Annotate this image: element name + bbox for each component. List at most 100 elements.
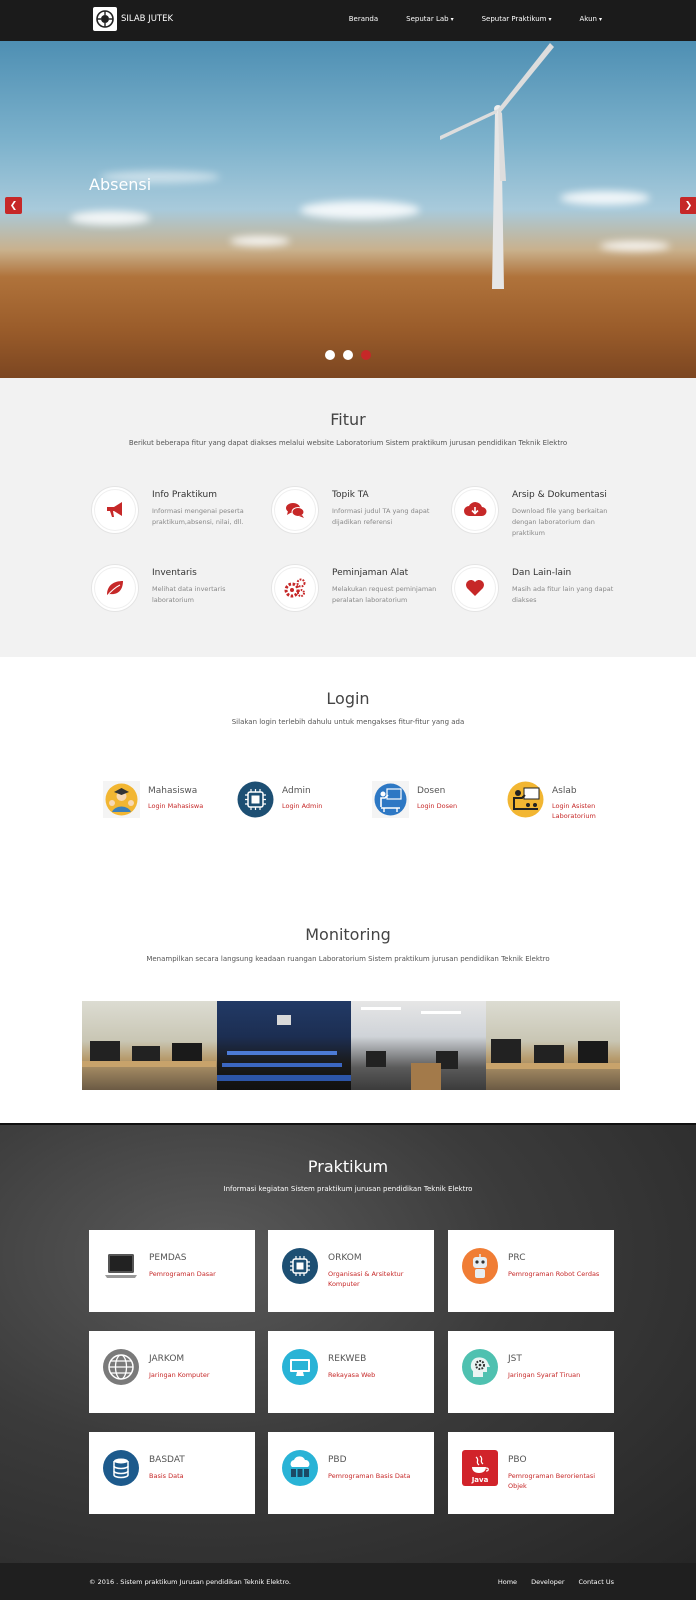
brand-logo-icon <box>93 7 117 31</box>
carousel-indicators <box>325 350 379 360</box>
monitoring-photo-strip <box>82 1001 620 1090</box>
card-title: PRC <box>508 1253 526 1263</box>
feature-title: Topik TA <box>332 490 369 500</box>
wind-turbine-image <box>440 43 554 289</box>
database-icon <box>103 1450 139 1486</box>
cloud-download-icon <box>464 502 487 516</box>
card-desc: Rekayasa Web <box>328 1371 376 1379</box>
login-title: Admin <box>282 786 311 796</box>
login-link[interactable]: Login Dosen <box>417 801 477 811</box>
carousel-next-button[interactable]: ❯ <box>680 197 696 214</box>
card-title: JST <box>508 1354 522 1364</box>
svg-text:Java: Java <box>471 1476 489 1484</box>
brand-text: SILAB JUTEK <box>121 14 174 24</box>
hero-cloud <box>300 201 420 219</box>
hero-cloud <box>560 191 650 205</box>
footer-link-developer[interactable]: Developer <box>531 1578 564 1586</box>
feature-title: Dan Lain-lain <box>512 568 572 578</box>
login-item-admin[interactable]: Admin Login Admin <box>237 781 347 826</box>
feature-title: Peminjaman Alat <box>332 568 409 578</box>
footer: © 2016 . Sistem praktikum Jurusan pendid… <box>0 1563 696 1600</box>
login-link[interactable]: Login Admin <box>282 801 342 811</box>
robot-icon <box>462 1248 498 1284</box>
nav-akun[interactable]: Akun ▾ <box>579 15 602 23</box>
login-item-mahasiswa[interactable]: Mahasiswa Login Mahasiswa <box>103 781 213 826</box>
login-title: Dosen <box>417 786 446 796</box>
lab-room-photo[interactable] <box>485 1001 620 1090</box>
section-title: Login <box>326 689 370 708</box>
praktikum-card[interactable]: BASDAT Basis Data <box>89 1432 255 1514</box>
praktikum-card[interactable]: REKWEB Rekayasa Web <box>268 1331 434 1413</box>
hero-cloud <box>230 236 290 246</box>
feature-circle <box>91 486 139 534</box>
assistant-icon <box>507 781 544 818</box>
feature-title: Info Praktikum <box>152 490 218 500</box>
login-item-aslab[interactable]: Aslab Login Asisten Laboratorium <box>507 781 617 826</box>
nav-label: Seputar Praktikum <box>481 15 547 23</box>
carousel-dot[interactable] <box>343 350 353 360</box>
navbar: SILAB JUTEK Beranda Seputar Lab ▾ Seputar… <box>0 0 696 41</box>
carousel-prev-button[interactable]: ❮ <box>5 197 22 214</box>
nav-seputar-praktikum[interactable]: Seputar Praktikum ▾ <box>482 15 552 23</box>
monitoring-section: Monitoring Menampilkan secara langsung k… <box>0 867 696 1123</box>
feature-desc: Informasi judul TA yang dapat dijadikan … <box>332 507 430 526</box>
card-desc: Pemrograman Robot Cerdas <box>508 1270 600 1278</box>
feature-desc: Masih ada fitur lain yang dapat diakses <box>512 585 614 604</box>
monitor-icon <box>282 1349 318 1385</box>
praktikum-card[interactable]: PEMDAS Pemrograman Dasar <box>89 1230 255 1312</box>
section-title: Praktikum <box>307 1157 389 1176</box>
globe-icon <box>103 1349 139 1385</box>
leaf-icon <box>106 581 123 597</box>
lab-room-photo[interactable] <box>82 1001 217 1090</box>
praktikum-card[interactable]: JARKOM Jaringan Komputer <box>89 1331 255 1413</box>
lab-room-photo[interactable] <box>351 1001 486 1090</box>
fitur-section: Fitur Berikut beberapa fitur yang dapat … <box>0 378 696 657</box>
feature-item[interactable]: Dan Lain-lain Masih ada fitur lain yang … <box>451 564 626 634</box>
nav-seputar-lab[interactable]: Seputar Lab ▾ <box>406 15 453 23</box>
hero-carousel: Absensi ❮ ❯ <box>0 41 696 378</box>
praktikum-card[interactable]: ORKOM Organisasi & Arsitektur Komputer <box>268 1230 434 1312</box>
section-subtitle: Silakan login terlebih dahulu untuk meng… <box>231 718 465 726</box>
footer-link-home[interactable]: Home <box>498 1578 517 1586</box>
card-title: ORKOM <box>328 1253 362 1263</box>
feature-item[interactable]: Inventaris Melihat data invertaris labor… <box>91 564 266 634</box>
student-icon <box>103 781 140 818</box>
feature-desc: Melakukan request peminjaman peralatan l… <box>332 585 437 604</box>
feature-circle <box>271 486 319 534</box>
feature-desc: Informasi mengenai peserta praktikum,abs… <box>152 507 244 526</box>
feature-item[interactable]: Arsip & Dokumentasi Download file yang b… <box>451 486 626 556</box>
login-link[interactable]: Login Mahasiswa <box>148 801 208 811</box>
card-desc: Basis Data <box>149 1472 184 1480</box>
carousel-dot[interactable] <box>325 350 335 360</box>
lab-room-photo[interactable] <box>216 1001 351 1090</box>
chevron-right-icon: ❯ <box>684 200 693 211</box>
feature-title: Inventaris <box>152 568 197 578</box>
feature-desc: Melihat data invertaris laboratorium <box>152 585 226 604</box>
footer-link-contact[interactable]: Contact Us <box>579 1578 615 1586</box>
card-title: JARKOM <box>149 1354 185 1364</box>
carousel-dot-active[interactable] <box>361 350 371 360</box>
nav-label: Akun <box>579 15 597 23</box>
login-link[interactable]: Login Asisten Laboratorium <box>552 801 612 821</box>
praktikum-card[interactable]: Java PBO Pemrograman Berorientasi Objek <box>448 1432 614 1514</box>
feature-title: Arsip & Dokumentasi <box>512 490 607 500</box>
feature-item[interactable]: Topik TA Informasi judul TA yang dapat d… <box>271 486 446 556</box>
praktikum-card[interactable]: JST Jaringan Syaraf Tiruan <box>448 1331 614 1413</box>
login-item-dosen[interactable]: Dosen Login Dosen <box>372 781 482 826</box>
brand[interactable]: SILAB JUTEK <box>93 7 173 31</box>
chevron-left-icon: ❮ <box>9 200 18 211</box>
section-subtitle: Menampilkan secara langsung keadaan ruan… <box>146 955 550 963</box>
feature-circle <box>271 564 319 612</box>
card-title: BASDAT <box>149 1455 185 1465</box>
feature-item[interactable]: Info Praktikum Informasi mengenai pesert… <box>91 486 266 556</box>
praktikum-card[interactable]: PRC Pemrograman Robot Cerdas <box>448 1230 614 1312</box>
footer-links: Home Developer Contact Us <box>484 1578 614 1586</box>
feature-item[interactable]: Peminjaman Alat Melakukan request peminj… <box>271 564 446 634</box>
praktikum-section: Praktikum Informasi kegiatan Sistem prak… <box>0 1123 696 1563</box>
feature-circle <box>451 486 499 534</box>
praktikum-card[interactable]: PBD Pemrograman Basis Data <box>268 1432 434 1514</box>
nav-beranda[interactable]: Beranda <box>349 15 378 23</box>
section-subtitle: Berikut beberapa fitur yang dapat diakse… <box>128 439 568 447</box>
login-title: Aslab <box>552 786 577 796</box>
hero-cloud <box>600 241 670 251</box>
